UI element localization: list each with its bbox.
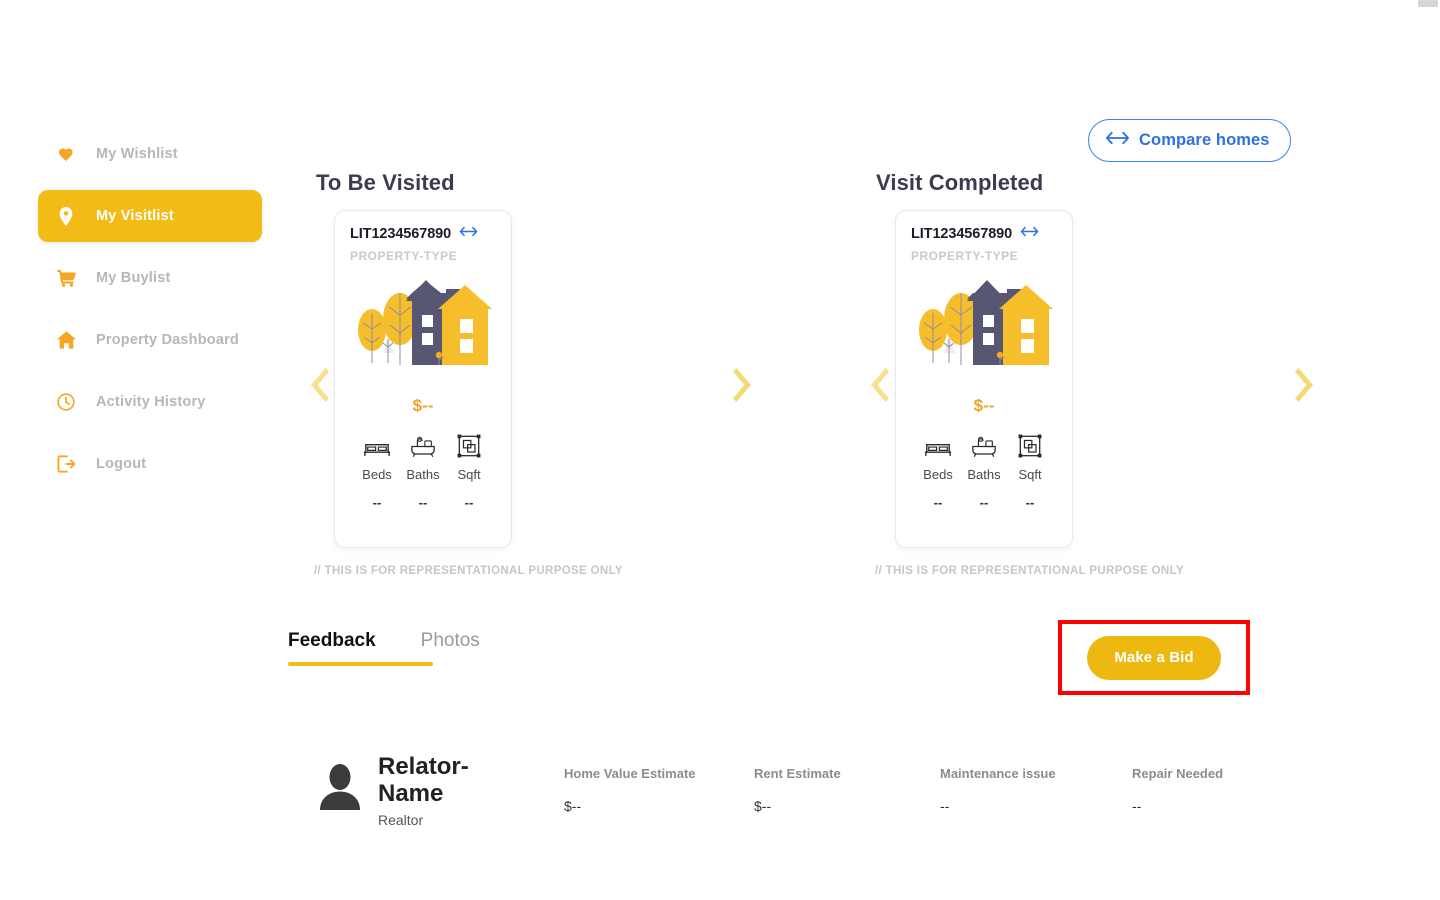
sidebar-item-activity-history[interactable]: Activity History [38,376,262,428]
spec-label: Baths [967,467,1001,482]
property-type-label: PROPERTY-TYPE [350,249,458,263]
bathtub-icon [971,432,997,458]
spec-baths: Baths -- [961,432,1007,510]
spec-label: Beds [923,467,953,482]
spec-value: -- [418,495,428,510]
property-id-label: LIT1234567890 [350,226,452,242]
scrollbar-artifact [1418,0,1438,7]
tab-label: Feedback [288,630,376,651]
realtor-name: Relator-Name [378,753,469,807]
stat-label: Maintenance issue [940,766,1056,781]
left-right-arrow-icon[interactable] [1020,225,1039,243]
stat-label: Repair Needed [1132,766,1224,781]
stat-value: $-- [754,798,772,814]
chevron-right-icon[interactable] [730,368,754,407]
sidebar-item-my-buylist[interactable]: My Buylist [38,252,262,304]
area-icon [457,432,481,458]
property-card-to-be-visited[interactable]: LIT1234567890 PROPERTY-TYPE $-- Beds -- … [334,210,512,548]
logout-icon [56,455,76,473]
sidebar-item-label: Activity History [96,394,206,410]
app-page: My Wishlist My Visitlist My Buylist Prop… [0,0,1440,900]
cart-icon [56,269,76,287]
heart-icon [56,147,76,162]
chevron-left-icon[interactable] [868,368,892,407]
sidebar-item-logout[interactable]: Logout [38,438,262,490]
bathtub-icon [410,432,436,458]
location-pin-icon [56,206,76,226]
column-heading-visit-completed: Visit Completed [876,170,1044,195]
property-price: $-- [412,396,434,415]
spec-sqft: Sqft -- [1007,432,1053,510]
property-id-label: LIT1234567890 [911,226,1013,242]
tab-label: Photos [420,630,480,651]
make-a-bid-button[interactable]: Make a Bid [1087,635,1221,680]
stat-value: -- [940,798,950,814]
property-specs: Beds -- Baths -- Sqft -- [911,432,1057,510]
tab-feedback[interactable]: Feedback [288,630,433,666]
spec-label: Baths [406,467,440,482]
spec-value: -- [979,495,989,510]
left-right-arrow-icon [1105,130,1130,151]
spec-baths: Baths -- [400,432,446,510]
sidebar-nav: My Wishlist My Visitlist My Buylist Prop… [0,128,300,500]
content-tabs: Feedback Photos [288,630,480,666]
property-specs: Beds -- Baths -- Sqft -- [350,432,496,510]
realtor-role: Realtor [378,812,424,828]
property-card-visit-completed[interactable]: LIT1234567890 PROPERTY-TYPE $-- Beds -- … [895,210,1073,548]
spec-label: Sqft [1018,467,1042,482]
spec-value: -- [464,495,474,510]
sidebar-item-label: Property Dashboard [96,332,239,348]
tab-photos[interactable]: Photos [421,630,480,666]
spec-value: -- [372,495,382,510]
make-a-bid-highlight: Make a Bid [1058,620,1250,695]
stat-home-value-estimate: Home Value Estimate $-- [564,766,696,814]
column-heading-to-be-visited: To Be Visited [316,170,455,195]
sidebar-item-label: My Wishlist [96,146,178,162]
property-card-id-row: LIT1234567890 [911,225,1057,243]
property-type-label: PROPERTY-TYPE [911,249,1019,263]
stat-value: -- [1132,798,1142,814]
spec-beds: Beds -- [354,432,400,510]
tab-active-underline [288,662,433,666]
home-icon [56,331,76,349]
spec-value: -- [1025,495,1035,510]
chevron-left-icon[interactable] [308,368,332,407]
representational-disclaimer: // THIS IS FOR REPRESENTATIONAL PURPOSE … [314,565,623,577]
spec-label: Beds [362,467,392,482]
sidebar-item-label: Logout [96,456,147,472]
stat-rent-estimate: Rent Estimate $-- [754,766,841,814]
spec-sqft: Sqft -- [446,432,492,510]
clock-icon [56,393,76,411]
house-illustration [358,280,492,365]
spec-label: Sqft [457,467,481,482]
person-avatar-icon [316,762,364,810]
compare-homes-label: Compare homes [1139,131,1270,149]
sidebar-item-label: My Visitlist [96,208,174,224]
spec-value: -- [933,495,943,510]
stat-repair-needed: Repair Needed -- [1132,766,1223,814]
sidebar-item-my-visitlist[interactable]: My Visitlist [38,190,262,242]
stat-label: Rent Estimate [754,766,841,781]
sidebar-item-label: My Buylist [96,270,171,286]
area-icon [1018,432,1042,458]
left-right-arrow-icon[interactable] [459,225,478,243]
stat-label: Home Value Estimate [564,766,696,781]
property-price: $-- [973,396,995,415]
stat-value: $-- [564,798,582,814]
chevron-right-icon[interactable] [1292,368,1316,407]
bed-icon [363,432,391,458]
representational-disclaimer: // THIS IS FOR REPRESENTATIONAL PURPOSE … [875,565,1184,577]
property-card-id-row: LIT1234567890 [350,225,496,243]
spec-beds: Beds -- [915,432,961,510]
sidebar-item-my-wishlist[interactable]: My Wishlist [38,128,262,180]
sidebar-item-property-dashboard[interactable]: Property Dashboard [38,314,262,366]
stat-maintenance-issue: Maintenance issue -- [940,766,1056,814]
house-illustration [919,280,1053,365]
compare-homes-button[interactable]: Compare homes [1088,119,1291,162]
bed-icon [924,432,952,458]
